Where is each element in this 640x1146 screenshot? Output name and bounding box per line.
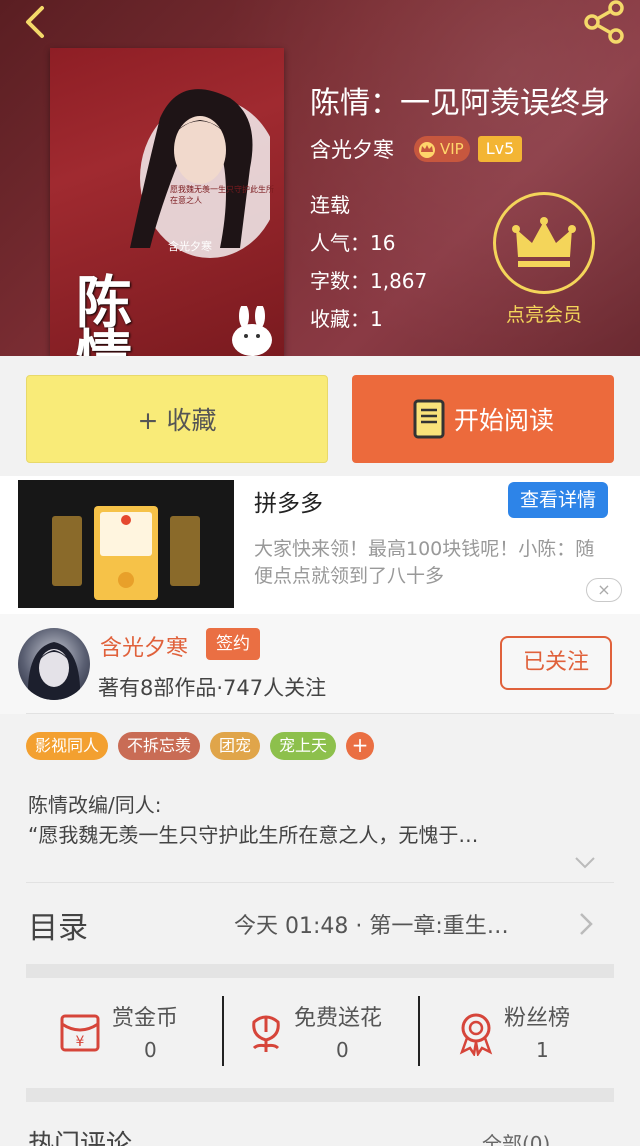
all-comments-link[interactable]: 全部(0) (482, 1128, 550, 1146)
author-works: 著有8部作品·747人关注 (98, 676, 327, 700)
fan-ranking-item[interactable]: 粉丝榜 1 (418, 978, 614, 1088)
add-tag-button[interactable]: + (346, 732, 375, 760)
divider (26, 713, 614, 714)
collect-button[interactable]: + 收藏 (26, 375, 328, 463)
stat-value: 0 (336, 1038, 349, 1062)
crown-icon (512, 217, 576, 267)
toc-label: 目录 (28, 911, 88, 946)
description-line: 陈情改编/同人: (28, 793, 162, 817)
table-of-contents-row[interactable]: 目录 今天 01:48 · 第一章:重生… (26, 882, 614, 964)
book-meta: 连载 人气：16 字数：1,867 收藏：1 (310, 186, 427, 338)
chevron-left-icon (26, 6, 44, 38)
stat-value: 0 (144, 1038, 157, 1062)
book-author-row: 含光夕寒 VIP Lv5 (310, 134, 523, 164)
reward-coins-item[interactable]: ¥ 赏金币 0 (26, 978, 222, 1088)
hot-comments-title: 热门评论 (28, 1130, 133, 1146)
book-description[interactable]: 陈情改编/同人: “愿我魏无羡一生只守护此生所在意之人，无愧于… (28, 790, 608, 850)
section-gap (26, 1088, 614, 1102)
ad-image-graphic (18, 480, 234, 608)
ad-title: 拼多多 (254, 491, 323, 517)
follow-button[interactable]: 已关注 (500, 636, 612, 690)
ad-close-button[interactable]: × (586, 578, 622, 602)
flower-icon (252, 1015, 280, 1052)
svg-text:¥: ¥ (76, 1034, 85, 1050)
rabbit-illustration (232, 306, 272, 356)
tag-item[interactable]: 不拆忘羡 (118, 732, 201, 760)
member-circle (493, 192, 595, 294)
start-reading-button[interactable]: 开始阅读 (352, 375, 614, 463)
chevron-down-icon[interactable] (574, 856, 596, 870)
cover-illustration (130, 89, 270, 258)
member-button[interactable]: 点亮会员 (492, 192, 596, 332)
author-name[interactable]: 含光夕寒 (100, 630, 188, 662)
book-status: 连载 (310, 193, 350, 217)
tag-item[interactable]: 影视同人 (26, 732, 109, 760)
free-flowers-item[interactable]: 免费送花 0 (222, 978, 418, 1088)
signed-badge: 签约 (206, 628, 260, 660)
red-envelope-icon: ¥ (60, 1014, 100, 1052)
ad-banner[interactable]: 拼多多 查看详情 大家快来领！最高100块钱呢！小陈：随便点点就领到了八十多 × (0, 476, 640, 614)
author-section: 含光夕寒 签约 著有8部作品·747人关注 已关注 (0, 614, 640, 714)
book-icon (413, 399, 445, 439)
share-button[interactable] (580, 0, 630, 44)
ad-image (18, 480, 234, 608)
stat-value: 1 (536, 1038, 549, 1062)
book-cover[interactable]: 愿我魏无羡一生只守护此生所在意之人 陈情 含光夕寒 (50, 48, 284, 356)
book-author-name[interactable]: 含光夕寒 (310, 134, 394, 164)
ad-description: 大家快来领！最高100块钱呢！小陈：随便点点就领到了八十多 (254, 538, 595, 587)
vip-label: VIP (440, 140, 464, 158)
latest-chapter: 今天 01:48 · 第一章:重生… (234, 914, 509, 939)
stat-label: 粉丝榜 (504, 1006, 571, 1031)
view-details-button[interactable]: 查看详情 (508, 482, 608, 518)
vip-badge: VIP (414, 136, 470, 162)
hot-comments-header: 热门评论 全部(0) (26, 1122, 614, 1146)
back-button[interactable] (16, 2, 60, 46)
cover-author: 含光夕寒 (168, 240, 212, 253)
medal-icon (459, 1013, 493, 1056)
tag-list: 影视同人 不拆忘羡 团宠 宠上天 + (26, 732, 375, 760)
book-word-count: 字数：1,867 (310, 269, 428, 293)
book-popularity: 人气：16 (310, 231, 396, 255)
stat-label: 免费送花 (294, 1006, 383, 1031)
share-icon (584, 0, 624, 44)
support-stats: ¥ 赏金币 0 免费送花 0 粉丝榜 1 (26, 978, 614, 1088)
member-label: 点亮会员 (505, 304, 582, 326)
tag-item[interactable]: 团宠 (210, 732, 261, 760)
avatar-image (27, 642, 81, 700)
avatar[interactable] (18, 628, 90, 700)
chevron-right-icon (580, 913, 593, 935)
book-favorites: 收藏：1 (310, 307, 383, 331)
section-gap (26, 964, 614, 978)
book-title: 陈情：一见阿羡误终身 (310, 86, 610, 121)
crown-icon (419, 142, 435, 158)
stat-label: 赏金币 (112, 1006, 179, 1031)
start-reading-label: 开始阅读 (453, 406, 554, 435)
cover-title: 陈情 (76, 270, 132, 356)
tag-item[interactable]: 宠上天 (270, 732, 337, 760)
cover-quote-text: 愿我魏无羡一生只守护此生所在意之人 (170, 185, 274, 205)
description-line: “愿我魏无羡一生只守护此生所在意之人，无愧于… (28, 823, 479, 847)
book-header: 愿我魏无羡一生只守护此生所在意之人 陈情 含光夕寒 陈情：一见阿羡误终身 含光夕… (0, 0, 640, 356)
level-badge: Lv5 (477, 136, 523, 162)
book-detail-page: 愿我魏无羡一生只守护此生所在意之人 陈情 含光夕寒 陈情：一见阿羡误终身 含光夕… (0, 0, 640, 1146)
